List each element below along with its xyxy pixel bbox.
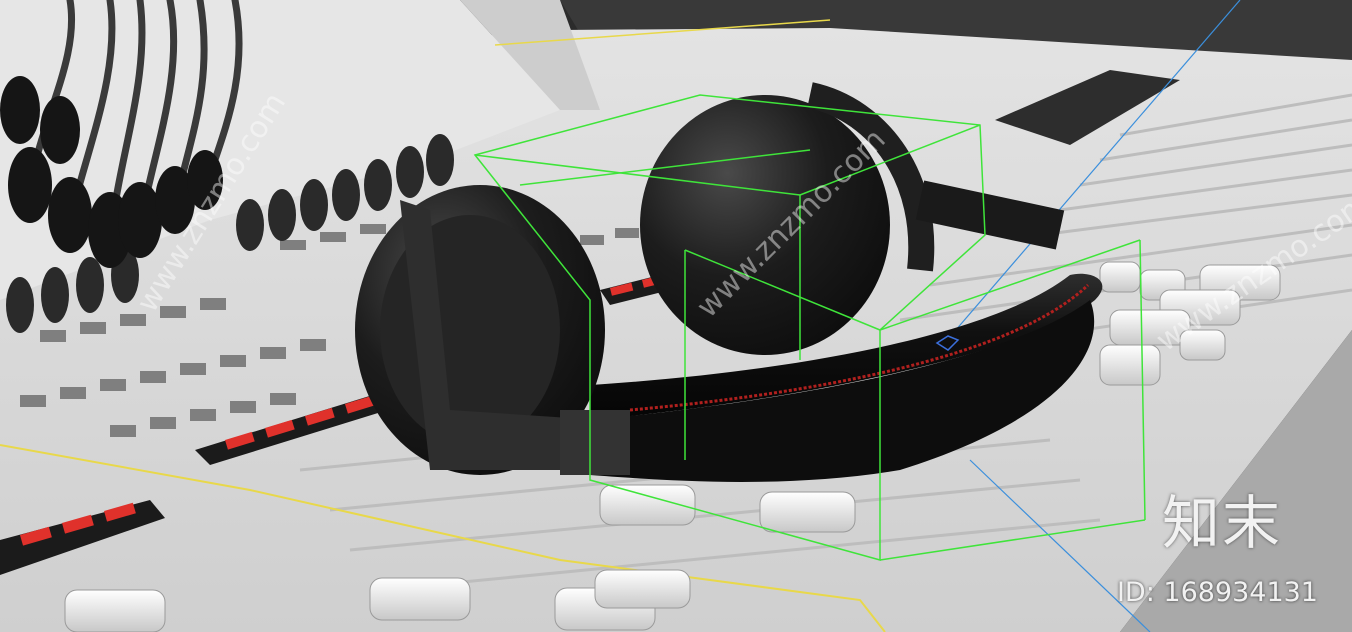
watermark-id: ID: 168934131	[1116, 577, 1318, 608]
watermark-logo: 知末	[1161, 489, 1282, 557]
render-viewport: www.znzmo.com www.znzmo.com www.znzmo.co…	[0, 0, 1352, 632]
headphone-slider	[560, 410, 630, 475]
scene-render	[0, 0, 1352, 632]
